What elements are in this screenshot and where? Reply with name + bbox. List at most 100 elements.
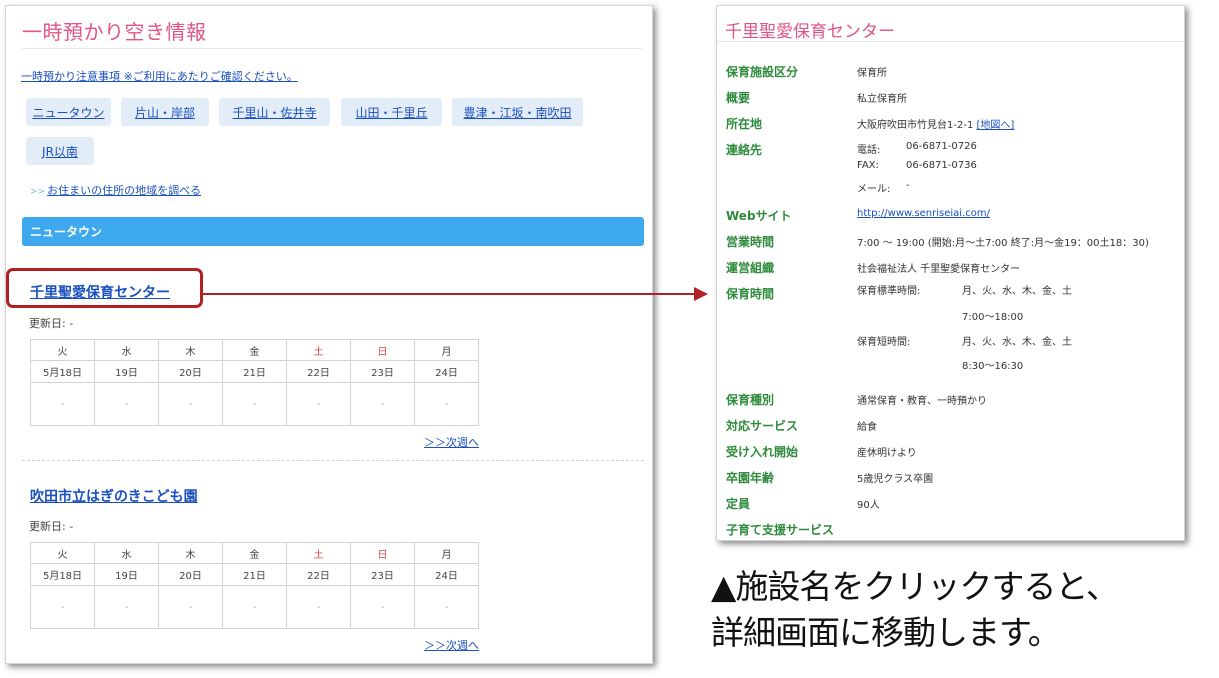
availability-calendar: 火 水 木 金 土 日 月 5月18日 19日 20日 21日 22日 23日 … xyxy=(30,542,479,629)
category-label: 保育施設区分 xyxy=(726,65,799,79)
slot-cell: - xyxy=(414,585,479,629)
capacity-label: 定員 xyxy=(726,497,751,511)
website-value: http://www.senriseiai.com/ xyxy=(857,208,990,219)
next-week-link[interactable]: ＞＞次週へ xyxy=(424,637,479,653)
date-cell: 21日 xyxy=(222,563,287,586)
date-cell: 22日 xyxy=(286,360,351,383)
updated-date: 更新日: - xyxy=(29,317,74,330)
weekday-cell: 土 xyxy=(286,542,351,564)
service-label: 対応サービス xyxy=(726,419,799,433)
date-cell: 5月18日 xyxy=(30,563,95,586)
support-label: 子育て支援サービス xyxy=(726,523,835,537)
slot-cell: - xyxy=(30,382,95,426)
next-week-link[interactable]: ＞＞次週へ xyxy=(424,434,479,450)
updated-date: 更新日: - xyxy=(29,520,74,533)
date-cell: 19日 xyxy=(94,563,159,586)
caption-line-2: 詳細画面に移動します。 xyxy=(711,613,1061,652)
area-button-katayama[interactable]: 片山・岸部 xyxy=(121,98,209,126)
slot-cell: - xyxy=(222,585,287,629)
slot-cell: - xyxy=(350,382,415,426)
arrow-line xyxy=(203,293,696,295)
weekday-cell: 木 xyxy=(158,339,223,361)
facility-link[interactable]: 吹田市立はぎのきこども園 xyxy=(30,486,198,506)
weekday-cell: 金 xyxy=(222,339,287,361)
region-header: ニュータウン xyxy=(22,217,644,246)
calendar-date-row: 5月18日 19日 20日 21日 22日 23日 24日 xyxy=(30,360,479,383)
org-label: 運営組織 xyxy=(726,261,775,275)
availability-panel: 一時預かり空き情報 一時預かり注意事項 ※ご利用にあたりご確認ください。 ニュー… xyxy=(5,5,653,664)
facility-detail-panel: 千里聖愛保育センター 保育施設区分 保育所 概要 私立保育所 所在地 大阪府吹田… xyxy=(716,5,1185,541)
weekday-cell: 金 xyxy=(222,542,287,564)
date-cell: 20日 xyxy=(158,360,223,383)
slot-cell: - xyxy=(350,585,415,629)
address-text: 大阪府吹田市竹見台1-2-1 xyxy=(857,120,974,131)
website-link[interactable]: http://www.senriseiai.com/ xyxy=(857,208,990,219)
standard-days: 月、火、水、木、金、土 xyxy=(962,286,1072,297)
weekday-cell: 水 xyxy=(94,339,159,361)
capacity-value: 90人 xyxy=(857,500,880,511)
address-value: 大阪府吹田市竹見台1-2-1 [地図へ] xyxy=(857,116,1014,131)
highlight-box xyxy=(6,268,203,308)
facility-divider xyxy=(22,460,644,461)
slot-cell: - xyxy=(222,382,287,426)
short-time: 8:30〜16:30 xyxy=(962,361,1024,372)
weekday-cell: 水 xyxy=(94,542,159,564)
overview-value: 私立保育所 xyxy=(857,94,907,105)
notice-link[interactable]: 一時預かり注意事項 ※ご利用にあたりご確認ください。 xyxy=(21,68,298,84)
weekday-cell: 月 xyxy=(414,542,479,564)
area-button-yamada[interactable]: 山田・千里丘 xyxy=(341,98,442,126)
website-label: Webサイト xyxy=(726,209,792,223)
slot-cell: - xyxy=(158,585,223,629)
graduation-label: 卒園年齢 xyxy=(726,471,775,485)
address-label: 所在地 xyxy=(726,117,763,131)
address-lookup-link[interactable]: お住まいの住所の地域を調べる xyxy=(47,184,201,197)
hours-label: 営業時間 xyxy=(726,235,775,249)
date-cell: 24日 xyxy=(414,563,479,586)
area-button-senriyama[interactable]: 千里山・佐井寺 xyxy=(219,98,330,126)
calendar-slot-row: - - - - - - - xyxy=(30,382,479,426)
weekday-cell: 火 xyxy=(30,339,95,361)
area-button-jr-south[interactable]: JR以南 xyxy=(26,137,94,165)
calendar-weekday-row: 火 水 木 金 土 日 月 xyxy=(30,339,479,361)
weekday-cell: 木 xyxy=(158,542,223,564)
availability-calendar: 火 水 木 金 土 日 月 5月18日 19日 20日 21日 22日 23日 … xyxy=(30,339,479,426)
accept-value: 産休明けより xyxy=(857,448,917,459)
hours-value: 7:00 〜 19:00 (開始:月〜土7:00 終了:月〜金19：00土18：… xyxy=(857,238,1149,249)
slot-cell: - xyxy=(94,585,159,629)
area-button-newtown[interactable]: ニュータウン xyxy=(26,98,111,126)
weekday-cell: 日 xyxy=(350,542,415,564)
caption-line-1: ▲施設名をクリックすると、 xyxy=(711,567,1119,606)
category-value: 保育所 xyxy=(857,68,887,79)
title-divider xyxy=(717,41,1184,42)
slot-cell: - xyxy=(286,585,351,629)
address-lookup: >> お住まいの住所の地域を調べる xyxy=(30,182,201,198)
calendar-date-row: 5月18日 19日 20日 21日 22日 23日 24日 xyxy=(30,563,479,586)
area-button-toyotsu[interactable]: 豊津・江坂・南吹田 xyxy=(452,98,583,126)
service-value: 給食 xyxy=(857,422,877,433)
map-link[interactable]: [地図へ] xyxy=(977,120,1015,131)
care-time-label: 保育時間 xyxy=(726,287,775,301)
detail-title: 千里聖愛保育センター xyxy=(725,22,895,42)
slot-cell: - xyxy=(158,382,223,426)
date-cell: 5月18日 xyxy=(30,360,95,383)
title-divider xyxy=(22,48,642,49)
calendar-weekday-row: 火 水 木 金 土 日 月 xyxy=(30,542,479,564)
fax-label: FAX: xyxy=(857,160,879,171)
mail-value: - xyxy=(906,180,910,191)
graduation-value: 5歳児クラス卒園 xyxy=(857,474,934,485)
fax-value: 06-6871-0736 xyxy=(906,160,977,171)
mail-label: メール: xyxy=(857,184,891,195)
accept-label: 受け入れ開始 xyxy=(726,445,799,459)
short-days: 月、火、水、木、金、土 xyxy=(962,337,1072,348)
short-time-label: 保育短時間: xyxy=(857,337,911,348)
slot-cell: - xyxy=(286,382,351,426)
overview-label: 概要 xyxy=(726,91,751,105)
calendar-slot-row: - - - - - - - xyxy=(30,585,479,629)
double-chevron-icon: >> xyxy=(30,187,46,197)
date-cell: 23日 xyxy=(350,563,415,586)
date-cell: 21日 xyxy=(222,360,287,383)
date-cell: 23日 xyxy=(350,360,415,383)
slot-cell: - xyxy=(94,382,159,426)
weekday-cell: 火 xyxy=(30,542,95,564)
tel-value: 06-6871-0726 xyxy=(906,141,977,152)
